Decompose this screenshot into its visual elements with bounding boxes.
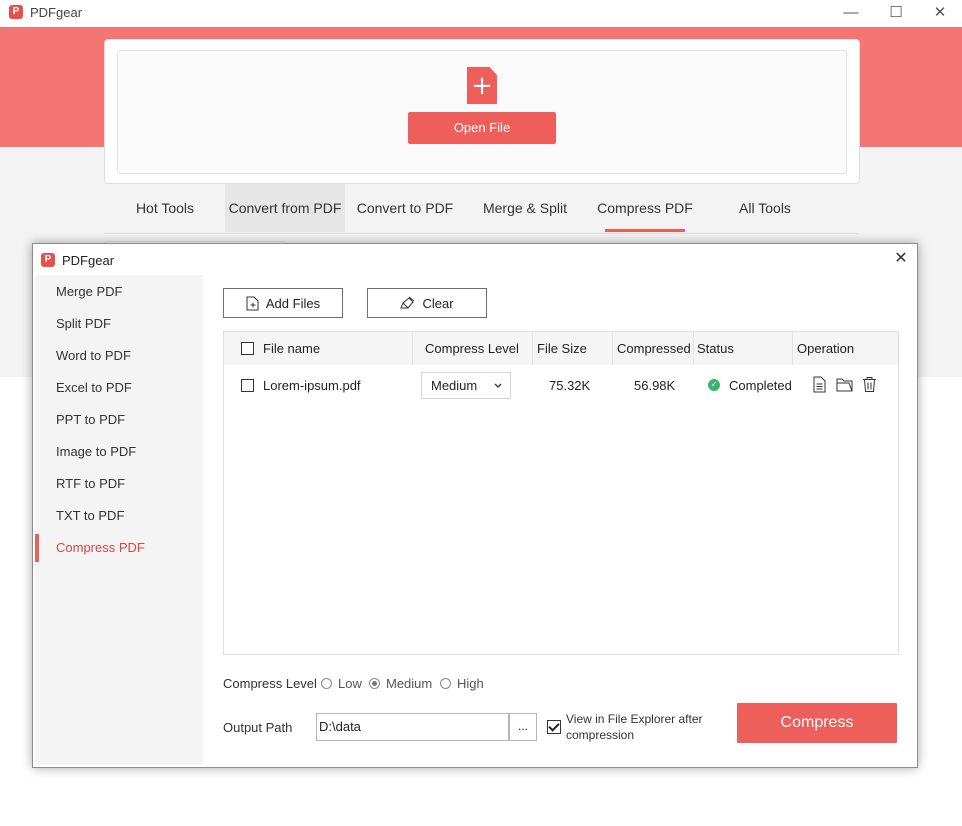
app-title: PDFgear bbox=[30, 5, 83, 20]
tabs-divider bbox=[104, 233, 859, 234]
header-file-size[interactable]: File Size bbox=[537, 332, 609, 365]
row-compress-level-value: Medium bbox=[431, 378, 478, 393]
pdfgear-logo-icon: P bbox=[41, 253, 55, 267]
column-divider bbox=[612, 332, 613, 365]
sidebar-item-word-to-pdf[interactable]: Word to PDF bbox=[35, 340, 203, 372]
open-file-button[interactable]: Open File bbox=[408, 112, 556, 144]
sidebar-item-merge-pdf[interactable]: Merge PDF bbox=[35, 276, 203, 308]
column-divider bbox=[693, 332, 694, 365]
tab-convert-from-pdf[interactable]: Convert from PDF bbox=[225, 184, 345, 232]
compress-level-label: Compress Level bbox=[223, 676, 317, 691]
add-file-icon bbox=[246, 296, 259, 310]
view-in-explorer-line1: View in File Explorer after bbox=[566, 712, 703, 726]
column-divider bbox=[412, 332, 413, 365]
close-button[interactable]: ✕ bbox=[927, 2, 953, 24]
tab-hot-tools[interactable]: Hot Tools bbox=[105, 184, 225, 232]
column-divider bbox=[532, 332, 533, 365]
sidebar-item-image-to-pdf[interactable]: Image to PDF bbox=[35, 436, 203, 468]
output-path-field[interactable]: D:\data bbox=[316, 713, 509, 741]
view-in-explorer-checkbox[interactable] bbox=[547, 720, 561, 734]
browse-button[interactable]: ... bbox=[509, 713, 537, 741]
dialog-title: PDFgear bbox=[62, 253, 115, 268]
sidebar-item-ppt-to-pdf[interactable]: PPT to PDF bbox=[35, 404, 203, 436]
sidebar-item-compress-pdf[interactable]: Compress PDF bbox=[35, 532, 203, 564]
compress-button[interactable]: Compress bbox=[737, 703, 897, 743]
table-header: File name Compress Level File Size Compr… bbox=[224, 332, 898, 365]
header-compress-level[interactable]: Compress Level bbox=[425, 332, 535, 365]
header-compressed-size[interactable]: Compressed S bbox=[617, 332, 693, 365]
success-check-icon: ✓ bbox=[708, 379, 720, 391]
header-operation[interactable]: Operation bbox=[797, 332, 887, 365]
clear-label: Clear bbox=[422, 295, 454, 311]
radio-medium[interactable] bbox=[369, 678, 380, 689]
add-files-button[interactable]: Add Files bbox=[223, 288, 343, 318]
tab-compress-pdf[interactable]: Compress PDF bbox=[585, 184, 705, 232]
row-checkbox[interactable] bbox=[241, 379, 254, 392]
tab-all-tools[interactable]: All Tools bbox=[705, 184, 825, 232]
minimize-button[interactable]: — bbox=[838, 2, 864, 24]
row-compressed-size: 56.98K bbox=[634, 378, 676, 393]
radio-low-label[interactable]: Low bbox=[338, 676, 362, 691]
header-status[interactable]: Status bbox=[697, 332, 787, 365]
row-status: Completed bbox=[729, 378, 792, 393]
row-file-name: Lorem-ipsum.pdf bbox=[263, 378, 361, 393]
sidebar-item-split-pdf[interactable]: Split PDF bbox=[35, 308, 203, 340]
sidebar-item-rtf-to-pdf[interactable]: RTF to PDF bbox=[35, 468, 203, 500]
maximize-button[interactable]: ☐ bbox=[883, 2, 909, 24]
compress-dialog: P PDFgear ✕ Merge PDF Split PDF Word to … bbox=[32, 243, 918, 768]
radio-medium-label[interactable]: Medium bbox=[386, 676, 432, 691]
header-file-name[interactable]: File name bbox=[263, 332, 403, 365]
tab-convert-to-pdf[interactable]: Convert to PDF bbox=[345, 184, 465, 232]
open-folder-icon[interactable] bbox=[836, 376, 853, 393]
file-table: File name Compress Level File Size Compr… bbox=[223, 331, 899, 655]
chevron-down-icon bbox=[494, 383, 502, 388]
radio-high[interactable] bbox=[440, 678, 451, 689]
open-document-icon[interactable] bbox=[811, 376, 828, 393]
add-files-label: Add Files bbox=[265, 295, 321, 311]
radio-high-label[interactable]: High bbox=[457, 676, 484, 691]
sidebar-item-txt-to-pdf[interactable]: TXT to PDF bbox=[35, 500, 203, 532]
add-file-icon[interactable]: + bbox=[467, 67, 497, 104]
clear-button[interactable]: Clear bbox=[367, 288, 487, 318]
column-divider bbox=[792, 332, 793, 365]
dialog-close-icon[interactable]: ✕ bbox=[891, 249, 911, 269]
broom-icon bbox=[400, 296, 415, 309]
tab-merge-split[interactable]: Merge & Split bbox=[465, 184, 585, 232]
row-file-size: 75.32K bbox=[549, 378, 591, 393]
view-in-explorer-label[interactable]: View in File Explorer after compression bbox=[566, 711, 703, 743]
row-compress-level-select[interactable]: Medium bbox=[421, 372, 511, 399]
select-all-checkbox[interactable] bbox=[241, 342, 254, 355]
sidebar-item-excel-to-pdf[interactable]: Excel to PDF bbox=[35, 372, 203, 404]
trash-icon[interactable] bbox=[861, 376, 878, 393]
pdfgear-logo-icon: P bbox=[9, 5, 23, 19]
table-row: Lorem-ipsum.pdf Medium 75.32K 56.98K ✓ C… bbox=[224, 365, 898, 405]
main-titlebar: P PDFgear — ☐ ✕ bbox=[0, 0, 962, 27]
active-tab-indicator bbox=[605, 229, 685, 232]
radio-low[interactable] bbox=[321, 678, 332, 689]
output-path-label: Output Path bbox=[223, 720, 293, 735]
view-in-explorer-line2: compression bbox=[566, 728, 635, 742]
tool-sidebar: Merge PDF Split PDF Word to PDF Excel to… bbox=[35, 275, 203, 765]
